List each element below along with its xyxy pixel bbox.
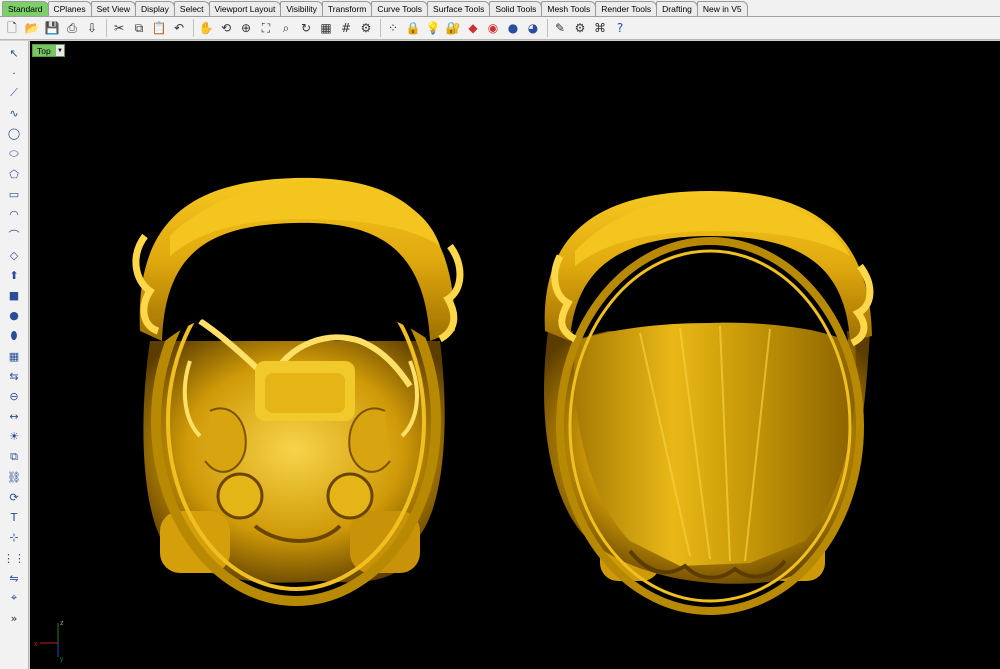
new-file-icon[interactable]: 🗋 <box>3 19 21 37</box>
left-ring <box>132 177 464 606</box>
toolbar-separator <box>547 19 548 37</box>
rotate-view-icon[interactable]: ⟲ <box>217 19 235 37</box>
toolbar-separator <box>380 19 381 37</box>
object-properties-icon[interactable]: ⚙ <box>357 19 375 37</box>
tab-curve-tools[interactable]: Curve Tools <box>371 1 429 16</box>
import-icon[interactable]: ⇩ <box>83 19 101 37</box>
cut-icon[interactable]: ✂ <box>110 19 128 37</box>
standard-toolbar: 🗋 📂 💾 ⎙ ⇩ ✂ ⧉ 📋 ↶ ✋ ⟲ ⊕ ⛶ ⌕ ↻ ▦ # ⚙ ⁘ 🔒 💡 🔐 ◆ ◉ ● ◕ ✎ ⚙ ⌘? <box>0 17 1000 40</box>
print-icon[interactable]: ⎙ <box>63 19 81 37</box>
tab-select[interactable]: Select <box>173 1 210 16</box>
material-icon[interactable]: ◆ <box>464 19 482 37</box>
viewport-dropdown-icon[interactable]: ▼ <box>56 45 64 56</box>
zoom-window-icon[interactable]: ⊕ <box>237 19 255 37</box>
color-wheel-icon[interactable]: ◉ <box>484 19 502 37</box>
tab-new-in-v5[interactable]: New in V5 <box>696 1 748 16</box>
axis-y-label: y <box>60 656 64 663</box>
text-icon[interactable]: T <box>5 510 23 526</box>
viewport-title-tab[interactable]: Top ▼ <box>32 44 65 57</box>
polygon-icon[interactable]: ⬠ <box>5 166 23 182</box>
select-points-icon[interactable]: ⁘ <box>384 19 402 37</box>
save-icon[interactable]: 💾 <box>43 19 61 37</box>
zoom-selected-icon[interactable]: ⌕ <box>277 19 295 37</box>
boolean-icon[interactable]: ⊖ <box>5 388 23 404</box>
tab-viewport-layout[interactable]: Viewport Layout <box>208 1 282 16</box>
arc-icon[interactable]: ◠ <box>5 207 23 223</box>
tab-standard[interactable]: Standard <box>2 1 49 16</box>
pan-hand-icon[interactable]: ✋ <box>197 19 215 37</box>
circle-icon[interactable]: ◯ <box>5 126 23 142</box>
ring-model-render <box>132 177 874 615</box>
select-arrow-icon[interactable]: ↖ <box>5 45 23 61</box>
tab-display[interactable]: Display <box>135 1 175 16</box>
array-icon[interactable]: ⋮⋮ <box>3 550 25 566</box>
analyze-icon[interactable]: ⌖ <box>5 590 23 606</box>
grid-snap-icon[interactable]: # <box>337 19 355 37</box>
lights-icon[interactable]: ☀ <box>5 429 23 445</box>
mirror-icon[interactable]: ⇋ <box>5 570 23 586</box>
rendered-sphere-icon[interactable]: ◕ <box>524 19 542 37</box>
mesh-icon[interactable]: ▦ <box>5 348 23 364</box>
paste-icon[interactable]: 📋 <box>150 19 168 37</box>
snap-icon[interactable]: ⊹ <box>5 530 23 546</box>
tab-drafting[interactable]: Drafting <box>656 1 698 16</box>
extrude-icon[interactable]: ⬆ <box>5 267 23 283</box>
axis-z-label: z <box>60 620 64 627</box>
help-icon[interactable]: ? <box>611 19 629 37</box>
sphere-solid-icon[interactable]: ● <box>5 308 23 324</box>
axis-gizmo: z x y <box>34 620 64 663</box>
toolbar-tabs: Standard CPlanes Set View Display Select View… <box>0 0 1000 17</box>
toolbar-separator <box>193 19 194 37</box>
viewport-layout-icon[interactable]: ▦ <box>317 19 335 37</box>
undo-icon[interactable]: ↶ <box>170 19 188 37</box>
tab-cplanes[interactable]: CPlanes <box>47 1 92 16</box>
cylinder-solid-icon[interactable]: ⬮ <box>5 328 23 344</box>
transform-icon[interactable]: ⇆ <box>5 368 23 384</box>
box-solid-icon[interactable]: ■ <box>5 287 23 303</box>
gear-tools-icon[interactable]: ⚙ <box>571 19 589 37</box>
command-history-icon[interactable]: ⌘ <box>591 19 609 37</box>
lock-icon[interactable]: 🔒 <box>404 19 422 37</box>
surface-icon[interactable]: ◇ <box>5 247 23 263</box>
tab-render-tools[interactable]: Render Tools <box>595 1 658 16</box>
toolbar-separator <box>106 19 107 37</box>
rectangle-icon[interactable]: ▭ <box>5 186 23 202</box>
rebuild-icon[interactable]: ⟳ <box>5 489 23 505</box>
ellipse-icon[interactable]: ⬭ <box>5 146 23 162</box>
open-folder-icon[interactable]: 📂 <box>23 19 41 37</box>
expand-more-icon[interactable]: » <box>5 611 23 627</box>
point-icon[interactable]: · <box>5 65 23 81</box>
fillet-icon[interactable]: ⌒ <box>5 227 23 243</box>
tab-surface-tools[interactable]: Surface Tools <box>427 1 491 16</box>
left-tool-palette: ↖ · ⟋ ∿ ◯ ⬭ ⬠ ▭ ◠ ⌒ ◇ ⬆ ■ ● ⬮ ▦ ⇆ ⊖ ↔ ☀ ⧉ ⛓ ⟳ T ⊹ ⋮⋮ ⇋ ⌖ » <box>0 41 29 669</box>
tab-set-view[interactable]: Set View <box>90 1 137 16</box>
tab-mesh-tools[interactable]: Mesh Tools <box>541 1 597 16</box>
join-icon[interactable]: ⛓ <box>5 469 23 485</box>
viewport-title: Top <box>37 45 51 56</box>
options-icon[interactable]: ✎ <box>551 19 569 37</box>
rotate-icon[interactable]: ↻ <box>297 19 315 37</box>
polyline-icon[interactable]: ⟋ <box>5 85 23 101</box>
bulb-light-icon[interactable]: 💡 <box>424 19 442 37</box>
right-ring <box>544 191 874 615</box>
sphere-render-icon[interactable]: ● <box>504 19 522 37</box>
axis-x-label: x <box>34 641 38 648</box>
dimension-icon[interactable]: ↔ <box>5 409 23 425</box>
curve-icon[interactable]: ∿ <box>5 106 23 122</box>
group-icon[interactable]: ⧉ <box>5 449 23 465</box>
tab-visibility[interactable]: Visibility <box>280 1 323 16</box>
padlock-icon[interactable]: 🔐 <box>444 19 462 37</box>
tab-transform[interactable]: Transform <box>321 1 373 16</box>
zoom-extents-icon[interactable]: ⛶ <box>257 19 275 37</box>
top-viewport[interactable]: Top ▼ z x y <box>30 41 1000 669</box>
tab-solid-tools[interactable]: Solid Tools <box>489 1 543 16</box>
copy-icon[interactable]: ⧉ <box>130 19 148 37</box>
